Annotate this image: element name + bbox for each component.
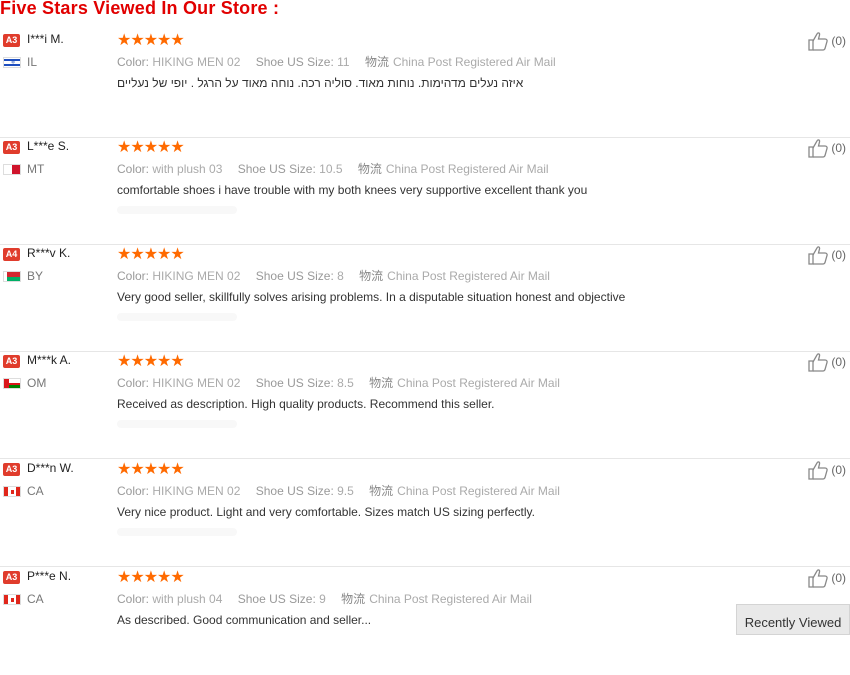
star-rating: ★★★★★ xyxy=(117,246,185,263)
shipping-value: China Post Registered Air Mail xyxy=(369,592,532,606)
order-attributes: Color: HIKING MEN 02 Shoe US Size: 8 物流 C… xyxy=(117,269,550,283)
shipping-value: China Post Registered Air Mail xyxy=(397,484,560,498)
star-rating: ★★★★★ xyxy=(117,461,185,478)
review-item: A4 R***v K. BY ★★★★★ Color: HIKING MEN 0… xyxy=(0,245,850,352)
reviewer-name: D***n W. xyxy=(27,461,74,475)
star-rating: ★★★★★ xyxy=(117,32,185,49)
reviewer-country: BY xyxy=(27,269,44,283)
color-value: HIKING MEN 02 xyxy=(152,55,241,69)
review-item: A3 D***n W. CA ★★★★★ Color: HIKING MEN 0… xyxy=(0,460,850,567)
reviewer-country: MT xyxy=(27,162,45,176)
thumbs-up-icon xyxy=(808,461,829,480)
review-item: A3 L***e S. MT ★★★★★ Color: with plush 0… xyxy=(0,138,850,245)
reviewer-name: P***e N. xyxy=(27,569,72,583)
faint-text-row xyxy=(117,313,237,321)
color-value: with plush 04 xyxy=(152,592,223,606)
reviewer-name: M***k A. xyxy=(27,353,72,367)
review-text: Received as description. High quality pr… xyxy=(117,397,495,411)
review-text: איזה נעלים מדהימות. נוחות מאוד. סוליה רכ… xyxy=(117,76,524,90)
helpful-button[interactable]: (0) xyxy=(807,352,846,372)
oman-flag-icon xyxy=(3,377,21,389)
size-value: 8 xyxy=(337,269,344,283)
order-attributes: Color: HIKING MEN 02 Shoe US Size: 11 物流… xyxy=(117,55,556,69)
reviewer-name: L***e S. xyxy=(27,139,70,153)
review-text: As described. Good communication and sel… xyxy=(117,613,372,627)
review-text: Very good seller, skillfully solves aris… xyxy=(117,290,626,304)
review-item: A3 I***i M. ✡ IL ★★★★★ Color: HIKING MEN… xyxy=(0,31,850,138)
buyer-level-badge: A3 xyxy=(3,34,20,47)
shipping-value: China Post Registered Air Mail xyxy=(385,162,549,176)
size-value: 9 xyxy=(319,592,326,606)
helpful-button[interactable]: (0) xyxy=(807,568,846,588)
reviewer-name: I***i M. xyxy=(27,32,64,46)
buyer-level-badge: A3 xyxy=(3,141,20,154)
israel-flag-icon: ✡ xyxy=(3,56,21,68)
size-value: 10.5 xyxy=(319,162,343,176)
color-value: HIKING MEN 02 xyxy=(152,269,241,283)
thumbs-up-icon xyxy=(808,32,829,51)
helpful-count: (0) xyxy=(831,571,846,585)
reviewer-country: OM xyxy=(27,376,47,390)
star-rating: ★★★★★ xyxy=(117,353,185,370)
shipping-value: China Post Registered Air Mail xyxy=(397,376,560,390)
canada-flag-icon xyxy=(3,593,21,605)
reviewer-country: CA xyxy=(27,484,44,498)
review-text: Very nice product. Light and very comfor… xyxy=(117,505,535,519)
thumbs-up-icon xyxy=(808,139,829,158)
order-attributes: Color: HIKING MEN 02 Shoe US Size: 8.5 物… xyxy=(117,376,560,390)
color-value: HIKING MEN 02 xyxy=(152,484,241,498)
star-rating: ★★★★★ xyxy=(117,139,185,156)
buyer-level-badge: A3 xyxy=(3,355,20,368)
thumbs-up-icon xyxy=(808,569,829,588)
reviewer-country: IL xyxy=(27,55,38,69)
faint-text-row xyxy=(117,528,237,536)
helpful-count: (0) xyxy=(831,355,846,369)
buyer-level-badge: A3 xyxy=(3,571,20,584)
size-value: 11 xyxy=(337,55,350,69)
review-item: A3 M***k A. OM ★★★★★ Color: HIKING MEN 0… xyxy=(0,352,850,459)
helpful-count: (0) xyxy=(831,248,846,262)
reviewer-name: R***v K. xyxy=(27,246,71,260)
color-value: HIKING MEN 02 xyxy=(152,376,241,390)
thumbs-up-icon xyxy=(808,353,829,372)
helpful-button[interactable]: (0) xyxy=(807,460,846,480)
review-item: A3 P***e N. CA ★★★★★ Color: with plush 0… xyxy=(0,568,850,675)
helpful-count: (0) xyxy=(831,141,846,155)
reviewer-country: CA xyxy=(27,592,44,606)
size-value: 8.5 xyxy=(337,376,354,390)
order-attributes: Color: with plush 04 Shoe US Size: 9 物流 C… xyxy=(117,592,532,606)
size-value: 9.5 xyxy=(337,484,354,498)
buyer-level-badge: A4 xyxy=(3,248,20,261)
faint-text-row xyxy=(117,206,237,214)
shipping-value: China Post Registered Air Mail xyxy=(387,269,550,283)
order-attributes: Color: with plush 03 Shoe US Size: 10.5 … xyxy=(117,162,549,176)
shipping-value: China Post Registered Air Mail xyxy=(392,55,556,69)
helpful-count: (0) xyxy=(831,34,846,48)
belarus-flag-icon xyxy=(3,270,21,282)
review-text: comfortable shoes i have trouble with my… xyxy=(117,183,588,197)
helpful-button[interactable]: (0) xyxy=(807,245,846,265)
order-attributes: Color: HIKING MEN 02 Shoe US Size: 9.5 物… xyxy=(117,484,560,498)
helpful-count: (0) xyxy=(831,463,846,477)
page-title: Five Stars Viewed In Our Store : xyxy=(0,0,280,18)
color-value: with plush 03 xyxy=(152,162,223,176)
faint-text-row xyxy=(117,420,237,428)
thumbs-up-icon xyxy=(808,246,829,265)
helpful-button[interactable]: (0) xyxy=(807,138,846,158)
buyer-level-badge: A3 xyxy=(3,463,20,476)
helpful-button[interactable]: (0) xyxy=(807,31,846,51)
recently-viewed-button[interactable]: Recently Viewed xyxy=(736,604,850,635)
malta-flag-icon xyxy=(3,163,21,175)
canada-flag-icon xyxy=(3,485,21,497)
star-rating: ★★★★★ xyxy=(117,569,185,586)
